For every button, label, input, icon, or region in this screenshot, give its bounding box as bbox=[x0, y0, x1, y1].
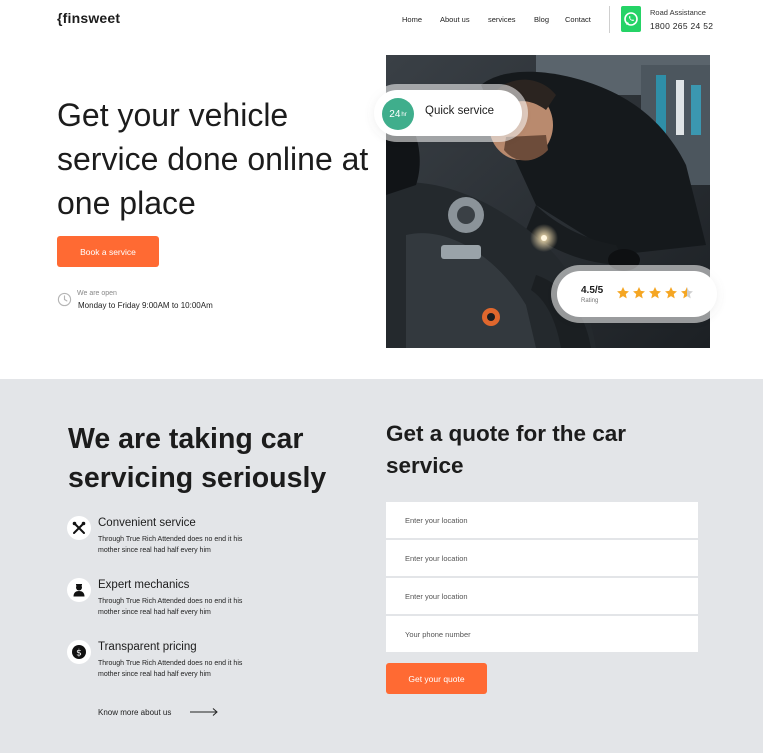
location-input-1[interactable] bbox=[386, 502, 698, 538]
road-assistance-label: Road Assistance bbox=[650, 8, 706, 17]
star-icon bbox=[633, 287, 645, 299]
nav-home-link[interactable]: Home bbox=[402, 15, 422, 24]
whatsapp-icon[interactable] bbox=[621, 6, 641, 32]
quick-badge-value: 24 bbox=[389, 108, 401, 120]
feature-description: Through True Rich Attended does no end i… bbox=[98, 598, 243, 616]
book-service-button[interactable]: Book a service bbox=[57, 236, 159, 267]
location-input-2[interactable] bbox=[386, 540, 698, 576]
quick-service-badge: 24 hr Quick service bbox=[374, 90, 522, 136]
section-title: We are taking car servicing seriously bbox=[68, 423, 327, 494]
nav-services-link[interactable]: services bbox=[488, 15, 516, 24]
rating-stars bbox=[616, 286, 694, 300]
star-icon bbox=[617, 287, 629, 299]
hero-title: Get your vehicle service done online at … bbox=[57, 97, 369, 221]
get-quote-button[interactable]: Get your quote bbox=[386, 663, 487, 694]
mechanic-icon bbox=[67, 578, 91, 602]
clock-icon bbox=[57, 292, 72, 307]
star-icon bbox=[665, 287, 677, 299]
open-label: We are open bbox=[77, 290, 117, 297]
know-more-link[interactable]: Know more about us bbox=[98, 708, 171, 717]
brand-logo[interactable]: {finsweet bbox=[57, 10, 120, 26]
rating-label: Rating bbox=[581, 298, 599, 304]
quick-service-label: Quick service bbox=[425, 105, 495, 117]
nav-divider bbox=[609, 6, 610, 33]
phone-input[interactable] bbox=[386, 616, 698, 652]
dollar-icon: $ bbox=[67, 640, 91, 664]
nav-blog-link[interactable]: Blog bbox=[534, 15, 549, 24]
star-icon bbox=[649, 287, 661, 299]
nav-about-link[interactable]: About us bbox=[440, 15, 470, 24]
quick-badge-unit: hr bbox=[401, 112, 407, 118]
open-hours: Monday to Friday 9:00AM to 10:00Am bbox=[78, 301, 213, 310]
rating-badge: 4.5/5 Rating bbox=[557, 271, 717, 317]
feature-title: Expert mechanics bbox=[98, 579, 190, 591]
location-input-3[interactable] bbox=[386, 578, 698, 614]
feature-title: Convenient service bbox=[98, 517, 196, 529]
feature-title: Transparent pricing bbox=[98, 641, 197, 653]
road-assistance-phone[interactable]: 1800 265 24 52 bbox=[650, 21, 713, 31]
feature-description: Through True Rich Attended does no end i… bbox=[98, 536, 243, 554]
half-star-icon bbox=[681, 287, 693, 299]
svg-text:$: $ bbox=[76, 649, 82, 659]
arrow-right-icon[interactable] bbox=[190, 707, 219, 717]
quick-service-icon: 24 hr bbox=[382, 98, 414, 130]
rating-value: 4.5/5 bbox=[581, 285, 604, 296]
nav-contact-link[interactable]: Contact bbox=[565, 15, 591, 24]
tools-icon bbox=[67, 516, 91, 540]
quote-form-title: Get a quote for the car service bbox=[386, 421, 627, 478]
feature-description: Through True Rich Attended does no end i… bbox=[98, 660, 243, 678]
